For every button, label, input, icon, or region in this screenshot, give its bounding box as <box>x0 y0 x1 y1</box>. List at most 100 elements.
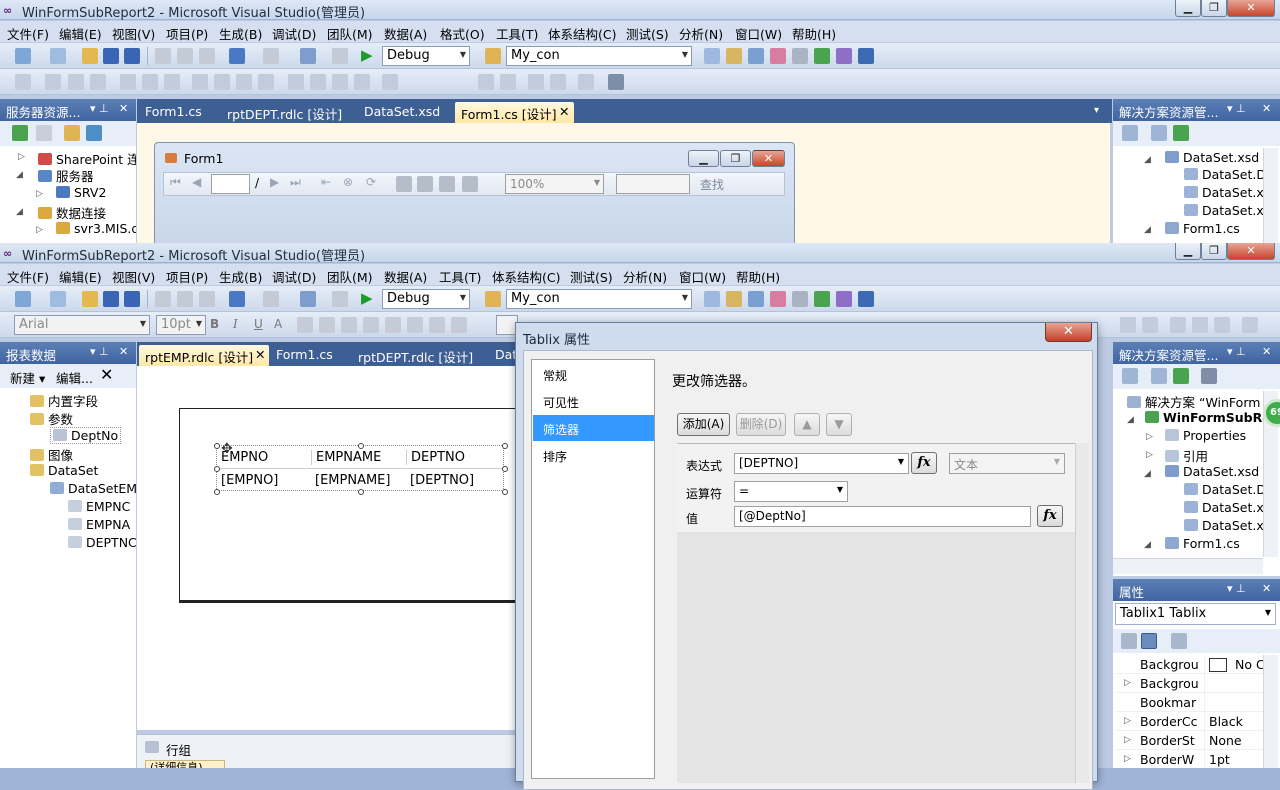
close-button[interactable]: ✕ <box>1227 0 1275 17</box>
add-item-icon[interactable] <box>50 291 66 307</box>
header-cell-empname[interactable]: EMPNAME <box>311 450 381 465</box>
save-icon[interactable] <box>103 48 119 64</box>
detail-cell-empno[interactable]: [EMPNO] <box>221 473 278 488</box>
tab-rptdept-design[interactable]: rptDEPT.rdlc [设计] <box>352 345 479 366</box>
tree-item-references[interactable]: 引用 <box>1165 446 1208 465</box>
find-in-files-icon[interactable] <box>485 48 501 64</box>
menu-file[interactable]: 文件(F) <box>7 267 49 286</box>
paste-icon[interactable] <box>199 291 215 307</box>
start-page-icon[interactable] <box>836 48 852 64</box>
property-row-backgroundcolor[interactable]: Backgrou No Co <box>1116 655 1274 674</box>
bulleted-list-icon[interactable] <box>385 317 401 333</box>
solution-explorer-icon[interactable] <box>704 291 720 307</box>
menu-format[interactable]: 格式(O) <box>440 24 485 43</box>
expand-arrow-icon[interactable]: ▷ <box>1146 450 1153 460</box>
find-target-combo[interactable]: My_con ▼ <box>506 289 692 309</box>
font-family-select[interactable]: Arial ▼ <box>14 315 150 335</box>
menu-project[interactable]: 项目(P) <box>166 24 208 43</box>
page-number-input[interactable] <box>211 174 250 194</box>
expand-arrow-icon[interactable]: ▷ <box>1124 678 1131 688</box>
first-page-icon[interactable]: ⏮ <box>170 175 181 190</box>
minimize-button[interactable]: ▁ <box>1175 243 1201 260</box>
find-text-input[interactable] <box>616 174 690 194</box>
tree-item-project[interactable]: WinFormSubRe <box>1145 410 1271 425</box>
collapse-arrow-icon[interactable]: ◢ <box>16 170 23 180</box>
last-page-icon[interactable]: ⏭ <box>290 175 301 190</box>
menu-tools[interactable]: 工具(T) <box>439 267 481 286</box>
details-group[interactable]: (详细信息) <box>145 760 225 768</box>
increase-spacing-icon[interactable] <box>310 74 326 90</box>
copy-icon[interactable] <box>177 291 193 307</box>
bold-icon[interactable]: B <box>210 317 219 331</box>
navigate-forward-icon[interactable] <box>332 48 348 64</box>
align-center-icon[interactable] <box>341 317 357 333</box>
align-middles-icon[interactable] <box>142 74 158 90</box>
open-file-icon[interactable] <box>82 48 98 64</box>
menu-file[interactable]: 文件(F) <box>7 24 49 43</box>
vertical-spacing-icon[interactable] <box>382 74 398 90</box>
print-layout-icon[interactable] <box>417 176 433 192</box>
tree-item-srv2[interactable]: SRV2 <box>56 185 106 200</box>
tools-icon[interactable] <box>792 291 808 307</box>
property-row-backgroundimage[interactable]: ▷ Backgrou <box>1116 674 1274 693</box>
menu-architecture[interactable]: 体系结构(C) <box>548 24 616 43</box>
page-setup-icon[interactable] <box>439 176 455 192</box>
menu-data[interactable]: 数据(A) <box>384 267 427 286</box>
start-debug-icon[interactable]: ▶ <box>361 291 377 307</box>
add-filter-button[interactable]: 添加(A) <box>677 413 730 436</box>
connect-server-icon[interactable] <box>86 125 102 141</box>
align-bottoms-icon[interactable] <box>1214 317 1230 333</box>
bring-to-front-icon[interactable] <box>528 74 544 90</box>
align-centers-icon[interactable] <box>68 74 84 90</box>
properties-window-icon[interactable] <box>726 48 742 64</box>
close-tab-icon[interactable]: ✕ <box>559 104 569 119</box>
extension-icon[interactable] <box>814 48 830 64</box>
header-cell-deptno[interactable]: DEPTNO <box>406 450 465 465</box>
tree-item-dataset-designer[interactable]: DataSet.D <box>1184 167 1266 182</box>
alphabetical-icon[interactable] <box>1141 633 1157 649</box>
paste-icon[interactable] <box>199 48 215 64</box>
tablix1[interactable]: EMPNO EMPNAME DEPTNO [EMPNO] [EMPNAME] [… <box>214 441 508 495</box>
show-all-files-icon[interactable] <box>1151 368 1167 384</box>
menu-data[interactable]: 数据(A) <box>384 24 427 43</box>
center-vertically-icon[interactable] <box>500 74 516 90</box>
resize-handle[interactable] <box>502 489 508 495</box>
property-row-borderwidth[interactable]: ▷ BorderW 1pt <box>1116 750 1274 768</box>
redo-icon[interactable] <box>263 48 279 64</box>
resize-handle[interactable] <box>502 443 508 449</box>
resize-handle[interactable] <box>358 443 364 449</box>
expand-arrow-icon[interactable]: ▷ <box>36 189 43 199</box>
close-button[interactable]: ✕ <box>1227 243 1275 260</box>
numbered-list-icon[interactable] <box>407 317 423 333</box>
collapse-arrow-icon[interactable]: ◢ <box>1144 155 1151 165</box>
export-icon[interactable] <box>462 176 478 192</box>
tools-icon[interactable] <box>792 48 808 64</box>
open-file-icon[interactable] <box>82 291 98 307</box>
start-page-icon[interactable] <box>836 291 852 307</box>
start-debug-icon[interactable]: ▶ <box>361 48 377 64</box>
send-to-back-icon[interactable] <box>550 74 566 90</box>
form-minimize-button[interactable]: ▁ <box>688 150 719 167</box>
font-size-select[interactable]: 10pt ▼ <box>156 315 206 335</box>
font-color-icon[interactable]: A <box>274 317 282 331</box>
close-icon[interactable]: ✕ <box>1262 582 1271 595</box>
tab-order-icon[interactable] <box>578 74 594 90</box>
menu-build[interactable]: 生成(B) <box>219 24 262 43</box>
new-menu-button[interactable]: 新建 ▾ <box>10 368 45 387</box>
close-icon[interactable]: ✕ <box>1262 102 1271 115</box>
menu-project[interactable]: 项目(P) <box>166 267 208 286</box>
resize-handle[interactable] <box>502 466 508 472</box>
nav-general[interactable]: 常规 <box>533 361 654 387</box>
refresh-icon[interactable] <box>12 125 28 141</box>
expand-arrow-icon[interactable]: ▷ <box>1124 735 1131 745</box>
tree-item-field-empname[interactable]: EMPNA <box>68 517 130 532</box>
operator-select[interactable]: = ▼ <box>734 481 848 502</box>
make-same-width-icon[interactable] <box>192 74 208 90</box>
delete-filter-button[interactable]: 删除(D) <box>736 413 786 436</box>
vertical-scrollbar[interactable] <box>1263 148 1278 243</box>
save-icon[interactable] <box>103 291 119 307</box>
value-fx-button[interactable]: fx <box>1037 505 1063 527</box>
align-lefts-icon[interactable] <box>45 74 61 90</box>
tree-item-dataset-xsd[interactable]: DataSet.xsd <box>1165 150 1259 165</box>
solution-explorer-icon[interactable] <box>704 48 720 64</box>
